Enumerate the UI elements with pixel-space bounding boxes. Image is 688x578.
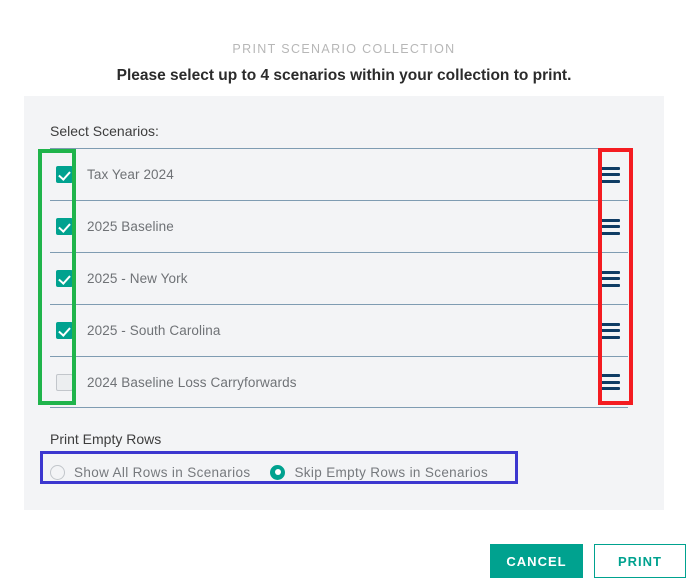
scenario-checkbox[interactable] [56, 218, 73, 235]
print-scenario-dialog: PRINT SCENARIO COLLECTION Please select … [0, 0, 688, 578]
drag-handle-icon[interactable] [600, 374, 620, 390]
print-button[interactable]: PRINT [594, 544, 686, 578]
scenario-label: 2025 - South Carolina [87, 323, 221, 338]
dialog-eyebrow-title: PRINT SCENARIO COLLECTION [232, 42, 456, 56]
dialog-header: PRINT SCENARIO COLLECTION Please select … [0, 0, 688, 86]
scenario-checkbox[interactable] [56, 373, 73, 391]
scenario-row[interactable]: 2024 Baseline Loss Carryforwards [50, 356, 628, 408]
scenario-label: 2025 Baseline [87, 219, 174, 234]
scenario-checkbox[interactable] [56, 322, 73, 339]
radio-icon[interactable] [270, 464, 286, 480]
select-scenarios-label: Select Scenarios: [50, 123, 159, 139]
scenario-row[interactable]: Tax Year 2024 [50, 148, 628, 200]
radio-icon[interactable] [50, 464, 65, 480]
radio-label: Skip Empty Rows in Scenarios [294, 464, 489, 480]
cancel-button[interactable]: CANCEL [490, 544, 583, 578]
print-empty-rows-radio-group: Show All Rows in Scenarios Skip Empty Ro… [50, 457, 488, 487]
scenario-label: 2024 Baseline Loss Carryforwards [87, 374, 297, 390]
scenario-label: 2025 - New York [87, 271, 188, 286]
radio-option-skip-empty-rows[interactable]: Skip Empty Rows in Scenarios [270, 464, 489, 480]
dialog-headline: Please select up to 4 scenarios within y… [116, 67, 572, 84]
drag-handle-icon[interactable] [600, 270, 620, 287]
scenario-selection-panel: Select Scenarios: Tax Year 2024 2025 Bas… [24, 96, 664, 510]
drag-handle-icon[interactable] [600, 166, 620, 183]
scenario-checkbox[interactable] [56, 270, 73, 287]
scenario-checkbox[interactable] [56, 166, 73, 183]
drag-handle-icon[interactable] [600, 322, 620, 339]
radio-label: Show All Rows in Scenarios [74, 464, 251, 480]
drag-handle-icon[interactable] [600, 218, 620, 235]
scenario-row[interactable]: 2025 - New York [50, 252, 628, 304]
scenario-label: Tax Year 2024 [87, 167, 174, 182]
dialog-footer: CANCEL PRINT [0, 544, 688, 578]
print-empty-rows-label: Print Empty Rows [50, 431, 162, 447]
scenario-row[interactable]: 2025 Baseline [50, 200, 628, 252]
scenario-list: Tax Year 2024 2025 Baseline 2025 - New Y… [50, 148, 628, 408]
scenario-row[interactable]: 2025 - South Carolina [50, 304, 628, 356]
radio-option-show-all-rows[interactable]: Show All Rows in Scenarios [50, 464, 251, 480]
